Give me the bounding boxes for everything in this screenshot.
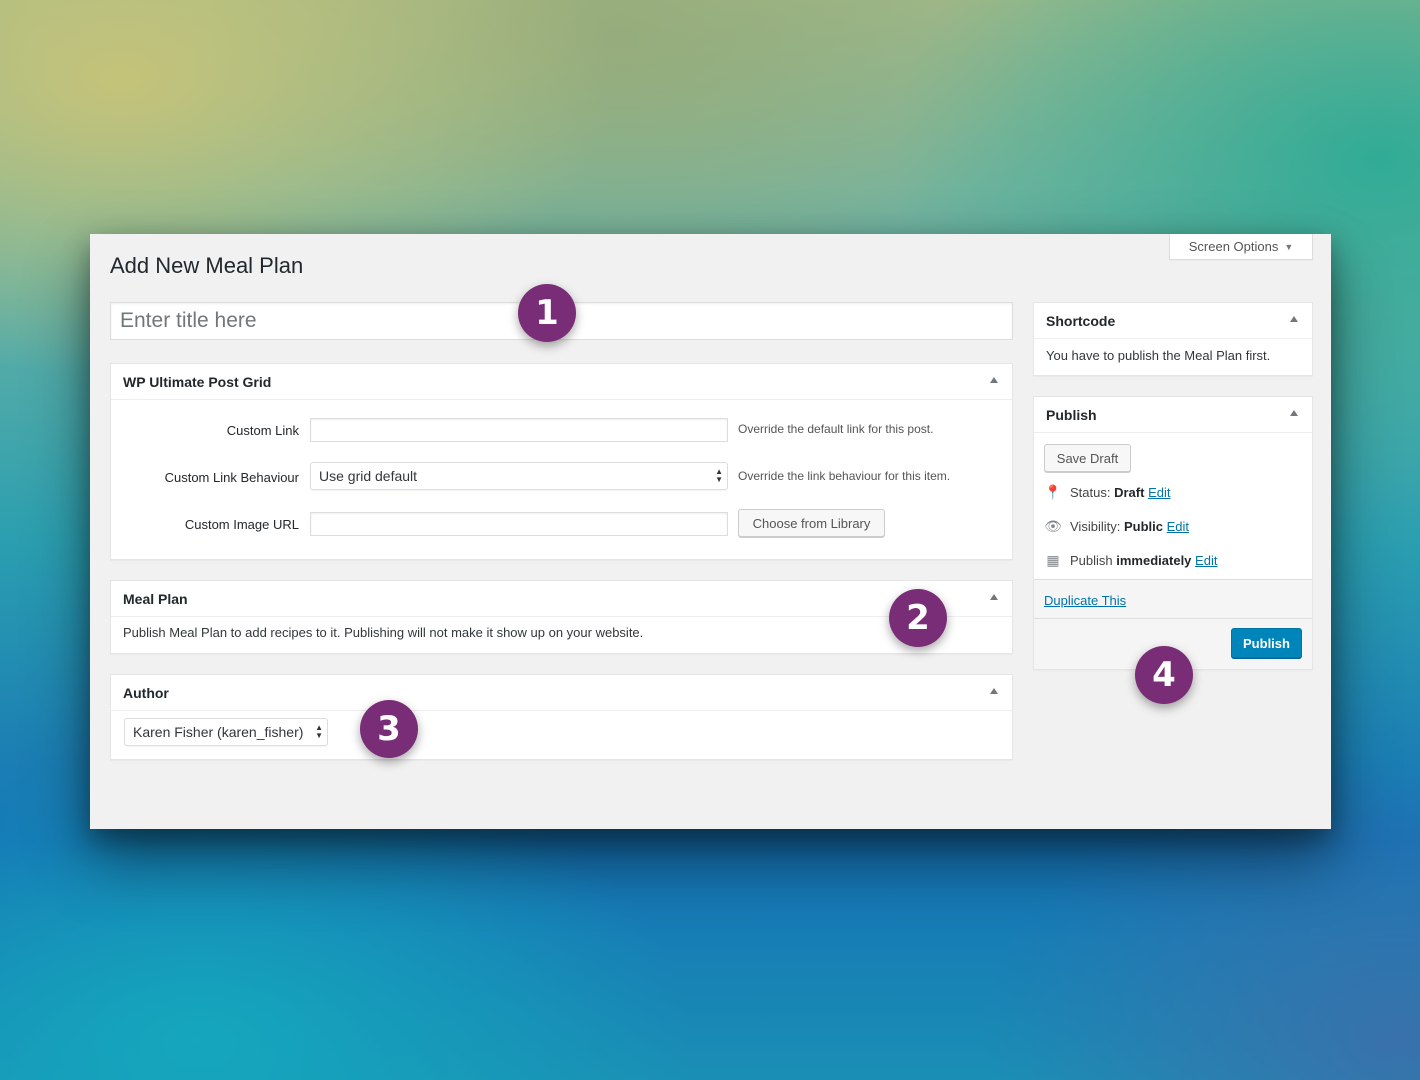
custom-link-behaviour-value: Use grid default xyxy=(319,468,418,484)
post-grid-metabox-title: WP Ultimate Post Grid xyxy=(123,373,272,390)
meal-plan-notice: Publish Meal Plan to add recipes to it. … xyxy=(123,625,644,640)
publish-metabox-title: Publish xyxy=(1046,406,1097,423)
collapse-toggle-icon[interactable] xyxy=(990,377,998,383)
publish-date-value: immediately xyxy=(1116,553,1192,568)
custom-link-behaviour-description: Override the link behaviour for this ite… xyxy=(738,469,951,483)
callout-badge-2: 2 xyxy=(889,589,947,647)
custom-link-behaviour-label: Custom Link Behaviour xyxy=(164,470,299,485)
author-metabox-title: Author xyxy=(123,684,169,701)
shortcode-notice: You have to publish the Meal Plan first. xyxy=(1046,348,1271,363)
publish-metabox: Publish Save Draft 📍 Status: Draft Edit … xyxy=(1033,396,1313,670)
save-draft-button[interactable]: Save Draft xyxy=(1044,444,1131,472)
screen-options-label: Screen Options xyxy=(1188,239,1279,254)
screen-options-button[interactable]: Screen Options ▼ xyxy=(1169,234,1313,260)
custom-image-url-input[interactable] xyxy=(310,512,728,536)
collapse-toggle-icon[interactable] xyxy=(990,594,998,600)
meal-plan-metabox: Meal Plan Publish Meal Plan to add recip… xyxy=(110,580,1013,654)
visibility-row: 👁 Visibility: Public Edit xyxy=(1044,518,1189,535)
publish-button[interactable]: Publish xyxy=(1231,628,1302,658)
custom-link-behaviour-select[interactable]: Use grid default ▲ ▼ xyxy=(310,462,728,490)
meal-plan-metabox-title: Meal Plan xyxy=(123,590,188,607)
choose-from-library-button[interactable]: Choose from Library xyxy=(738,509,885,537)
eye-icon: 👁 xyxy=(1044,518,1062,534)
collapse-toggle-icon[interactable] xyxy=(1290,316,1298,322)
author-selected-value: Karen Fisher (karen_fisher) xyxy=(133,724,304,740)
post-status-row: 📍 Status: Draft Edit xyxy=(1044,484,1170,501)
duplicate-section: Duplicate This xyxy=(1034,579,1312,619)
author-metabox-header[interactable]: Author xyxy=(111,675,1012,711)
shortcode-metabox-title: Shortcode xyxy=(1046,312,1116,329)
callout-badge-3: 3 xyxy=(360,700,418,758)
status-value: Draft xyxy=(1114,485,1145,500)
custom-link-label: Custom Link xyxy=(226,423,299,438)
title-placeholder: Enter title here xyxy=(120,309,257,332)
edit-visibility-link[interactable]: Edit xyxy=(1167,519,1189,534)
collapse-toggle-icon[interactable] xyxy=(1290,410,1298,416)
collapse-toggle-icon[interactable] xyxy=(990,688,998,694)
custom-link-description: Override the default link for this post. xyxy=(738,422,934,436)
edit-publish-date-link[interactable]: Edit xyxy=(1195,553,1217,568)
custom-link-input[interactable] xyxy=(310,418,728,442)
publish-date-row: ▦ Publish immediately Edit xyxy=(1044,552,1217,569)
shortcode-metabox: Shortcode You have to publish the Meal P… xyxy=(1033,302,1313,376)
author-select[interactable]: Karen Fisher (karen_fisher) ▲ ▼ xyxy=(124,718,328,746)
publish-date-label: Publish xyxy=(1070,553,1113,568)
edit-status-link[interactable]: Edit xyxy=(1148,485,1170,500)
callout-badge-1: 1 xyxy=(518,284,576,342)
page-title: Add New Meal Plan xyxy=(110,253,304,278)
custom-image-url-label: Custom Image URL xyxy=(184,517,299,532)
select-arrows-icon: ▲ ▼ xyxy=(315,723,323,740)
visibility-value: Public xyxy=(1123,519,1163,534)
status-label: Status: xyxy=(1070,485,1111,500)
callout-badge-4: 4 xyxy=(1135,646,1193,704)
select-arrows-icon: ▲ ▼ xyxy=(715,467,723,484)
publish-metabox-header[interactable]: Publish xyxy=(1034,397,1312,433)
meal-plan-metabox-header[interactable]: Meal Plan xyxy=(111,581,1012,617)
duplicate-this-link[interactable]: Duplicate This xyxy=(1044,593,1126,608)
author-metabox: Author Karen Fisher (karen_fisher) ▲ ▼ xyxy=(110,674,1013,760)
shortcode-metabox-header[interactable]: Shortcode xyxy=(1034,303,1312,339)
pin-icon: 📍 xyxy=(1044,484,1062,500)
visibility-label: Visibility: xyxy=(1070,519,1121,534)
post-grid-metabox-header[interactable]: WP Ultimate Post Grid xyxy=(111,364,1012,400)
caret-down-icon: ▼ xyxy=(1284,241,1294,252)
post-grid-metabox: WP Ultimate Post Grid Custom Link Overri… xyxy=(110,363,1013,560)
editor-window: Screen Options ▼ Add New Meal Plan Enter… xyxy=(90,234,1331,829)
calendar-icon: ▦ xyxy=(1046,552,1060,568)
